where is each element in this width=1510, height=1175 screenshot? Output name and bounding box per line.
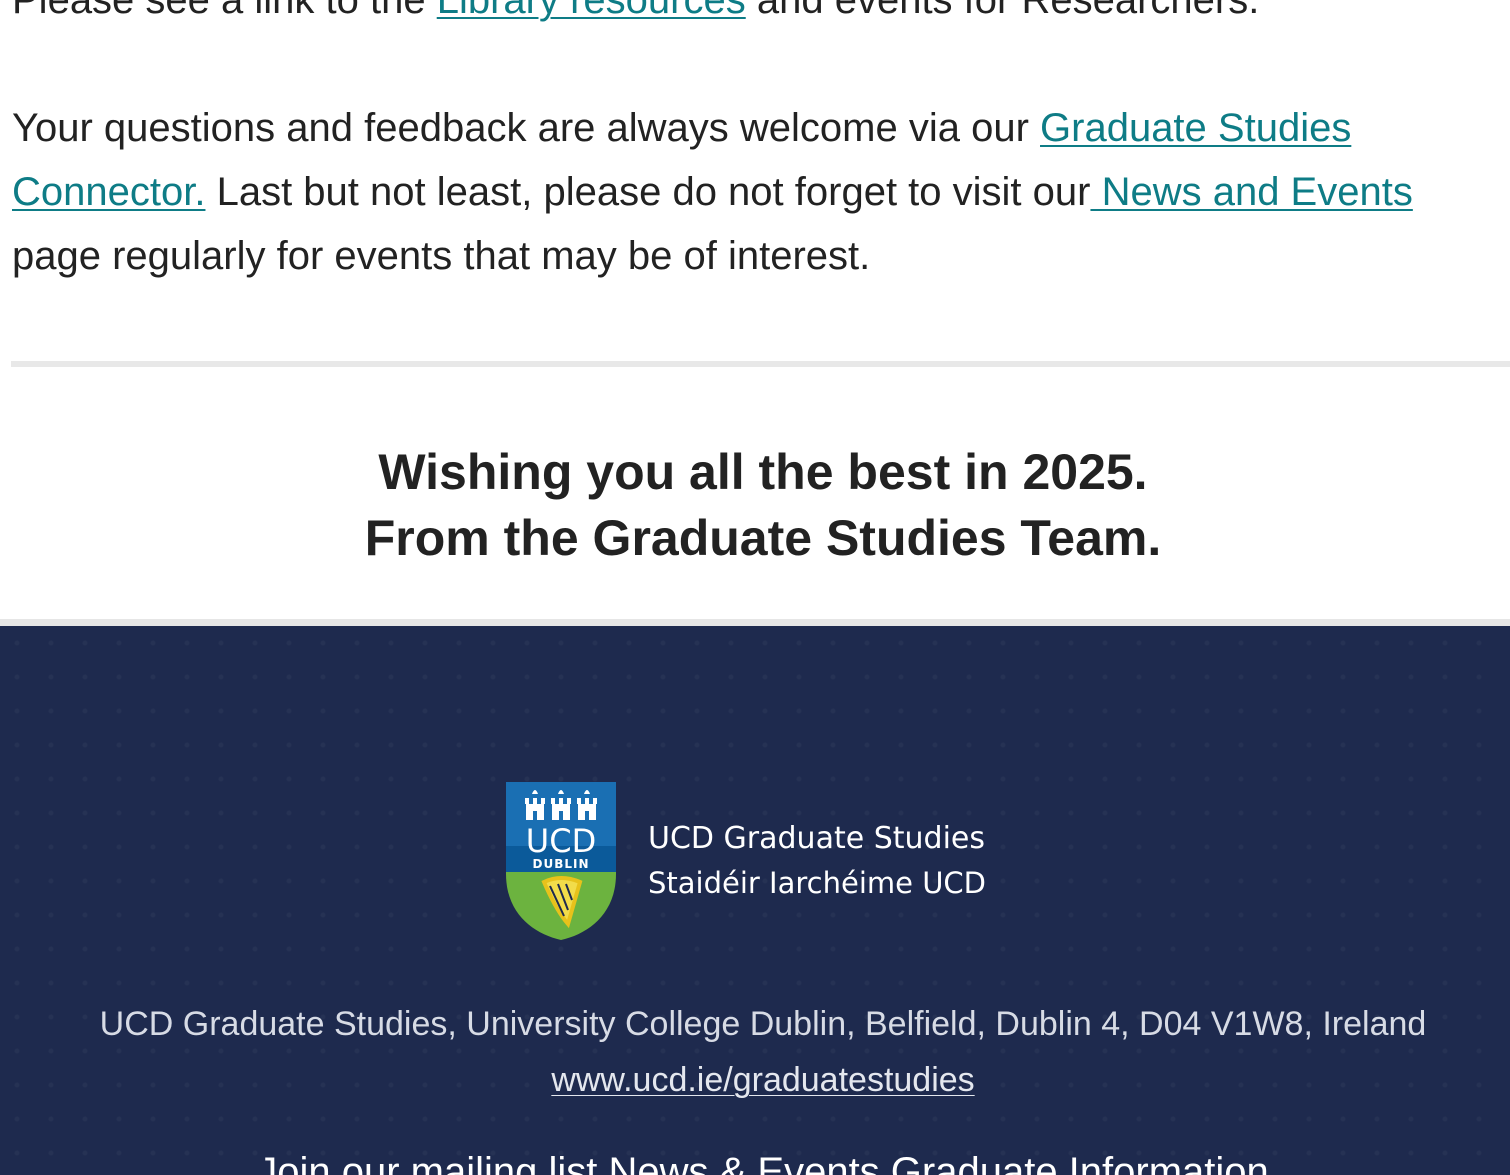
library-text-post: and events for Researchers. bbox=[745, 0, 1260, 22]
graduate-studies-connector-link[interactable]: Graduate Studies bbox=[1040, 106, 1351, 150]
footer-address: UCD Graduate Studies, University College… bbox=[99, 1005, 1427, 1043]
library-resources-link[interactable]: Library resources bbox=[437, 0, 746, 22]
crest-ucd-text: UCD bbox=[526, 822, 596, 860]
closing-wish: Wishing you all the best in 2025. bbox=[378, 444, 1148, 500]
brand-irish-name: Staidéir Iarchéime UCD bbox=[648, 866, 987, 900]
library-text-pre: Please see a link to the bbox=[12, 0, 437, 22]
footer-separator bbox=[0, 619, 1510, 626]
footer-links-partial[interactable]: Join our mailing list News & Events Grad… bbox=[0, 1148, 1510, 1175]
visit-text: Last but not least, please do not forget… bbox=[205, 170, 1091, 214]
closing-signoff: From the Graduate Studies Team. bbox=[364, 510, 1162, 566]
questions-line-1: Your questions and feedback are always w… bbox=[12, 104, 1351, 152]
divider bbox=[11, 361, 1510, 367]
footer: UCD DUBLIN UCD Graduate Studies Staidéir… bbox=[0, 626, 1510, 1175]
crest-dublin-text: DUBLIN bbox=[532, 857, 589, 871]
brand-lockup: UCD Graduate Studies Staidéir Iarchéime … bbox=[648, 820, 986, 902]
ucd-crest-logo[interactable]: UCD DUBLIN bbox=[506, 782, 616, 942]
library-paragraph: Please see a link to the Library resourc… bbox=[12, 0, 1259, 24]
brand-name: UCD Graduate Studies bbox=[648, 821, 985, 856]
questions-line-2: Connector. Last but not least, please do… bbox=[12, 168, 1413, 216]
news-and-events-link[interactable]: News and Events bbox=[1090, 170, 1413, 214]
questions-line-3: page regularly for events that may be of… bbox=[12, 234, 871, 278]
graduate-studies-connector-link-cont[interactable]: Connector. bbox=[12, 170, 205, 214]
website-link[interactable]: www.ucd.ie/graduatestudies bbox=[551, 1061, 974, 1099]
questions-text: Your questions and feedback are always w… bbox=[12, 106, 1041, 150]
